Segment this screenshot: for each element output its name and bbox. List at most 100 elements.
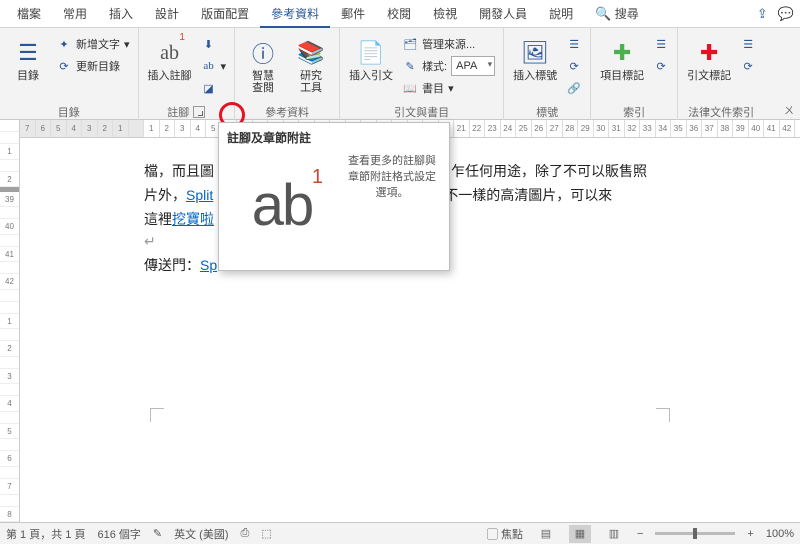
group-legal: ✚ 引文標記 ☰ ⟳ 法律文件索引 xyxy=(678,28,764,120)
update-table-button[interactable]: ⟳ xyxy=(564,56,584,76)
mark-citation-icon: ✚ xyxy=(700,36,718,70)
print-layout-button[interactable]: ▦ xyxy=(569,525,591,543)
tab-search[interactable]: 🔍 搜尋 xyxy=(584,0,650,28)
group-research-label: 參考資料 xyxy=(265,104,309,120)
group-toc-label: 目錄 xyxy=(58,104,80,120)
caption-icon: 🖼 xyxy=(521,36,549,70)
insert-caption-button[interactable]: 🖼 插入標號 xyxy=(510,34,560,84)
group-caption-label: 標號 xyxy=(536,104,558,120)
zoom-in-button[interactable]: + xyxy=(747,528,753,540)
update-index-button[interactable]: ⟳ xyxy=(651,56,671,76)
tooltip-desc: 查看更多的註腳與章節附註格式設定選項。 xyxy=(343,150,441,260)
crop-mark-left xyxy=(150,408,164,422)
biblio-label: 書目 xyxy=(422,80,444,96)
insert-toa-button[interactable]: ☰ xyxy=(738,34,758,54)
update-toa-icon: ⟳ xyxy=(740,60,756,73)
insert-footnote-button[interactable]: ab1 插入註腳 xyxy=(145,34,195,84)
collapse-ribbon-button[interactable]: ㄨ xyxy=(784,102,794,117)
mark-entry-icon: ✚ xyxy=(613,36,631,70)
manage-sources-button[interactable]: 🗂管理來源... xyxy=(400,34,497,54)
status-language[interactable]: 英文 (美國) xyxy=(174,526,228,542)
group-toc: ☰ 目錄 ✦新增文字 ▾ ⟳更新目錄 目錄 xyxy=(0,28,139,120)
tooltip-title: 註腳及章節附註 xyxy=(219,123,449,146)
zoom-out-button[interactable]: − xyxy=(637,528,643,540)
next-footnote-button[interactable]: ab▾ xyxy=(199,56,229,76)
tab-view[interactable]: 檢視 xyxy=(422,0,468,28)
tab-help[interactable]: 說明 xyxy=(538,0,584,28)
researcher-label: 研究 工具 xyxy=(300,70,322,94)
status-bar: 第 1 頁，共 1 頁 616 個字 ✎ 英文 (美國) ⎙ ⬚ ▢ 焦點 ▤ … xyxy=(0,522,800,544)
search-label: 搜尋 xyxy=(615,7,639,21)
style-label: 樣式: xyxy=(422,58,447,74)
add-text-button[interactable]: ✦新增文字 ▾ xyxy=(54,34,132,54)
tab-review[interactable]: 校閱 xyxy=(376,0,422,28)
tab-references[interactable]: 參考資料 xyxy=(260,0,330,28)
text-5a: 傳送門： xyxy=(144,257,200,273)
footnote-dialog-launcher[interactable] xyxy=(193,106,205,118)
group-legal-label: 法律文件索引 xyxy=(688,104,754,120)
researcher-button[interactable]: 📚 研究 工具 xyxy=(289,34,333,96)
footnote-icon: ab1 xyxy=(160,36,179,70)
insert-footnote-label: 插入註腳 xyxy=(148,70,192,82)
read-mode-button[interactable]: ▤ xyxy=(535,525,557,543)
crop-mark-right xyxy=(656,408,670,422)
insert-index-button[interactable]: ☰ xyxy=(651,34,671,54)
next-footnote-icon: ab xyxy=(201,60,217,72)
toc-button[interactable]: ☰ 目錄 xyxy=(6,34,50,84)
tab-home[interactable]: 常用 xyxy=(52,0,98,28)
insert-citation-button[interactable]: 📄 插入引文 xyxy=(346,34,396,84)
web-layout-button[interactable]: ▥ xyxy=(603,525,625,543)
show-notes-icon: ◪ xyxy=(201,82,217,95)
status-page[interactable]: 第 1 頁，共 1 頁 xyxy=(6,526,85,542)
mark-entry-label: 項目標記 xyxy=(600,70,644,82)
mark-entry-button[interactable]: ✚ 項目標記 xyxy=(597,34,647,84)
update-toa-button[interactable]: ⟳ xyxy=(738,56,758,76)
mark-citation-label: 引文標記 xyxy=(687,70,731,82)
footnote-launcher-tooltip: 註腳及章節附註 ab 1 查看更多的註腳與章節附註格式設定選項。 xyxy=(218,122,450,271)
tooltip-ab: ab xyxy=(252,172,313,239)
group-research: ⓘ 智慧 查閱 📚 研究 工具 參考資料 xyxy=(235,28,340,120)
tab-insert[interactable]: 插入 xyxy=(98,0,144,28)
share-icon[interactable]: ⇪ xyxy=(757,6,768,22)
tab-developer[interactable]: 開發人員 xyxy=(468,0,538,28)
update-toc-button[interactable]: ⟳更新目錄 xyxy=(54,56,132,76)
text-3a: 這裡 xyxy=(144,211,172,227)
citation-label: 插入引文 xyxy=(349,70,393,82)
tab-layout[interactable]: 版面配置 xyxy=(190,0,260,28)
group-footnote: ab1 插入註腳 ⬇ ab▾ ◪ 註腳 xyxy=(139,28,236,120)
status-macro-icon[interactable]: ⬚ xyxy=(261,527,271,540)
tab-design[interactable]: 設計 xyxy=(144,0,190,28)
insert-endnote-button[interactable]: ⬇ xyxy=(199,34,229,54)
zoom-value[interactable]: 100% xyxy=(766,528,794,540)
style-selector[interactable]: ✎樣式: APA xyxy=(400,56,497,76)
group-citation: 📄 插入引文 🗂管理來源... ✎樣式: APA 📖書目 ▾ 引文與書目 xyxy=(340,28,504,120)
update-icon: ⟳ xyxy=(56,60,72,73)
show-notes-button[interactable]: ◪ xyxy=(199,78,229,98)
caption-label: 插入標號 xyxy=(513,70,557,82)
style-dropdown[interactable]: APA xyxy=(451,56,495,76)
tooltip-sup: 1 xyxy=(312,166,323,189)
vertical-ruler: 123940414212345678 xyxy=(0,120,20,522)
zoom-thumb[interactable] xyxy=(693,528,697,539)
insert-table-figures-button[interactable]: ☰ xyxy=(564,34,584,54)
group-caption: 🖼 插入標號 ☰ ⟳ 🔗 標號 xyxy=(504,28,591,120)
cross-ref-button[interactable]: 🔗 xyxy=(564,78,584,98)
mark-citation-button[interactable]: ✚ 引文標記 xyxy=(684,34,734,84)
group-index-label: 索引 xyxy=(623,104,645,120)
comments-icon[interactable]: 💬 xyxy=(778,6,794,22)
link-split[interactable]: Split xyxy=(186,187,213,203)
focus-mode-label[interactable]: ▢ 焦點 xyxy=(487,526,523,542)
status-words[interactable]: 616 個字 xyxy=(97,526,140,542)
link-sp[interactable]: Sp xyxy=(200,257,217,273)
smart-lookup-button[interactable]: ⓘ 智慧 查閱 xyxy=(241,34,285,96)
status-proofing-icon[interactable]: ✎ xyxy=(153,527,162,540)
zoom-slider[interactable] xyxy=(655,532,735,535)
toc-icon: ☰ xyxy=(18,36,38,70)
bibliography-button[interactable]: 📖書目 ▾ xyxy=(400,78,497,98)
status-accessibility-icon[interactable]: ⎙ xyxy=(241,527,250,540)
link-dig[interactable]: 挖寶啦 xyxy=(172,211,214,227)
smart-lookup-icon: ⓘ xyxy=(252,36,274,70)
add-text-icon: ✦ xyxy=(56,38,72,51)
tab-mailings[interactable]: 郵件 xyxy=(330,0,376,28)
tab-file[interactable]: 檔案 xyxy=(6,0,52,28)
